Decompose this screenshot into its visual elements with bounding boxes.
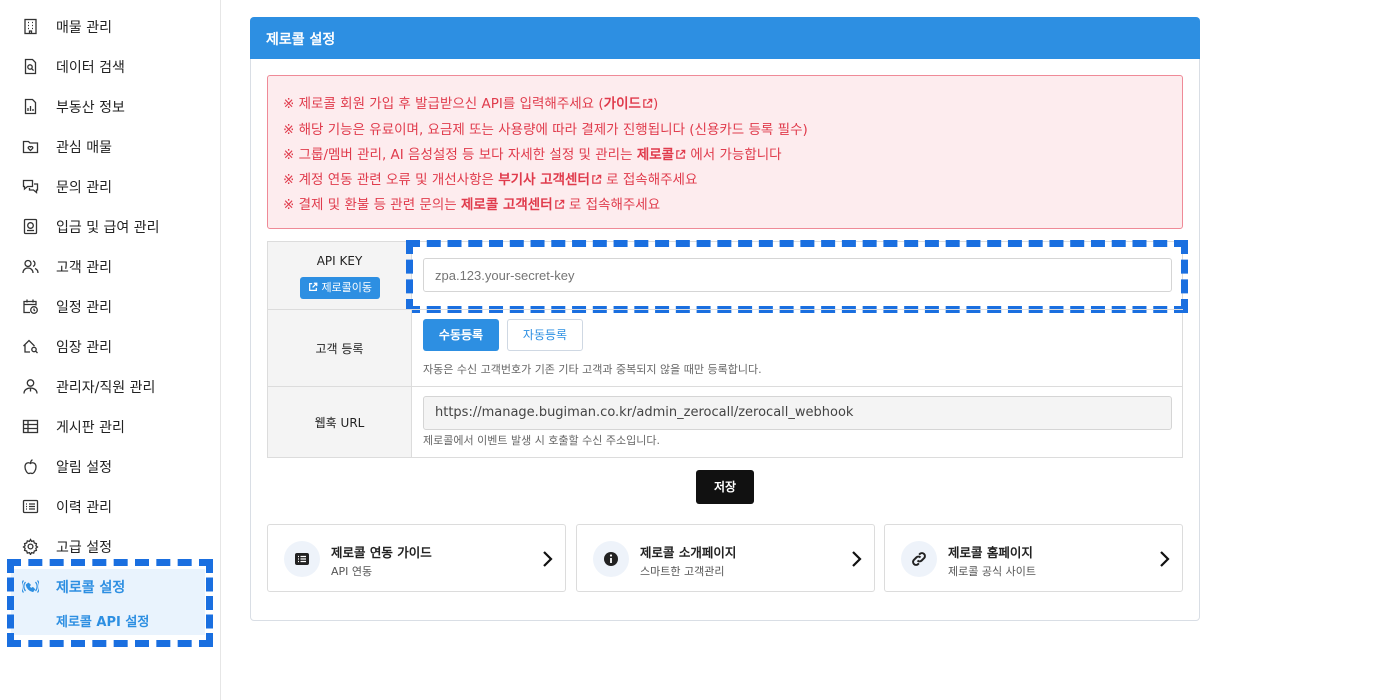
table-icon — [22, 418, 39, 435]
card-title: 제로콜 소개페이지 — [640, 545, 737, 560]
save-button[interactable]: 저장 — [696, 470, 754, 504]
sidebar: 매물 관리 데이터 검색 부동산 정보 관심 매물 문의 관리 입금 및 급여 … — [0, 0, 221, 700]
sidebar-item-label: 문의 관리 — [56, 180, 112, 196]
external-link-icon — [643, 98, 653, 108]
highlight-box-sidebar — [7, 559, 213, 647]
card-subtitle: 스마트한 고객관리 — [640, 565, 725, 578]
house-search-icon — [22, 338, 39, 355]
sidebar-item-favorites[interactable]: 관심 매물 — [0, 126, 220, 166]
document-search-icon — [22, 58, 39, 75]
webhook-label: 웹훅 URL — [314, 416, 365, 430]
bugiman-support-link[interactable]: 부기사 고객센터 — [498, 172, 602, 188]
sidebar-item-notifications[interactable]: 알림 설정 — [0, 446, 220, 486]
chevron-right-icon — [543, 551, 553, 567]
calendar-clock-icon — [22, 298, 39, 315]
card-integration-guide[interactable]: 제로콜 연동 가이드 API 연동 — [267, 524, 566, 592]
customer-reg-label: 고객 등록 — [315, 342, 364, 356]
list-icon — [22, 498, 39, 515]
info-icon — [593, 541, 629, 577]
card-title: 제로콜 홈페이지 — [948, 545, 1033, 560]
sidebar-item-data-search[interactable]: 데이터 검색 — [0, 46, 220, 86]
building-icon — [22, 18, 39, 35]
sidebar-item-board[interactable]: 게시판 관리 — [0, 406, 220, 446]
gear-icon — [22, 538, 39, 555]
card-subtitle: 제로콜 공식 사이트 — [948, 565, 1036, 578]
sidebar-item-label: 고객 관리 — [56, 260, 112, 276]
sidebar-item-label: 알림 설정 — [56, 460, 112, 476]
users-icon — [22, 258, 39, 275]
sidebar-item-site-visit[interactable]: 임장 관리 — [0, 326, 220, 366]
apple-icon — [22, 458, 39, 475]
panel-title: 제로콜 설정 — [266, 32, 336, 48]
link-icon — [901, 541, 937, 577]
sidebar-item-label: 관리자/직원 관리 — [56, 380, 156, 396]
sidebar-item-schedule[interactable]: 일정 관리 — [0, 286, 220, 326]
manual-register-button[interactable]: 수동등록 — [423, 319, 499, 351]
sidebar-item-label: 게시판 관리 — [56, 420, 125, 436]
sidebar-item-history[interactable]: 이력 관리 — [0, 486, 220, 526]
highlight-box-api-key — [406, 240, 1188, 313]
card-subtitle: API 연동 — [331, 565, 373, 578]
card-title: 제로콜 연동 가이드 — [331, 545, 432, 560]
sidebar-item-label: 일정 관리 — [56, 300, 112, 316]
webhook-label-cell: 웹훅 URL — [268, 387, 412, 457]
notice-line-3: ※ 그룹/멤버 관리, AI 음성설정 등 보다 자세한 설정 및 관리는 제로… — [283, 147, 782, 163]
chat-bubbles-icon — [22, 178, 39, 195]
chevron-right-icon — [1160, 551, 1170, 567]
notice-line-4: ※ 계정 연동 관련 오류 및 개선사항은 부기사 고객센터 로 접속해주세요 — [283, 172, 698, 188]
document-chart-icon — [22, 98, 39, 115]
external-link-icon — [554, 199, 564, 209]
sidebar-item-label: 데이터 검색 — [56, 60, 125, 76]
sidebar-item-label: 입금 및 급여 관리 — [56, 220, 160, 236]
customer-reg-help: 자동은 수신 고객번호가 기존 기타 고객과 중복되지 않을 때만 등록합니다. — [423, 363, 762, 376]
notice-line-2: ※ 해당 기능은 유료이며, 요금제 또는 사용량에 따라 결제가 진행됩니다 … — [283, 122, 808, 138]
sidebar-item-label: 부동산 정보 — [56, 100, 125, 116]
notice-box: ※ 제로콜 회원 가입 후 발급받으신 API를 입력해주세요 (가이드) ※ … — [267, 75, 1183, 229]
webhook-url-field[interactable]: https://manage.bugiman.co.kr/admin_zeroc… — [423, 396, 1172, 430]
api-key-label: API KEY — [316, 254, 363, 268]
money-document-icon — [22, 218, 39, 235]
folder-heart-icon — [22, 138, 39, 155]
zerocall-go-button[interactable]: 제로콜이동 — [300, 277, 380, 299]
zerocall-link[interactable]: 제로콜 — [637, 147, 686, 163]
notice-line-5: ※ 결제 및 환불 등 관련 문의는 제로콜 고객센터 로 접속해주세요 — [283, 197, 661, 213]
sidebar-item-customers[interactable]: 고객 관리 — [0, 246, 220, 286]
external-link-icon — [592, 174, 602, 184]
sidebar-item-realestate-info[interactable]: 부동산 정보 — [0, 86, 220, 126]
panel-header: 제로콜 설정 — [250, 17, 1200, 59]
sidebar-item-staff[interactable]: 관리자/직원 관리 — [0, 366, 220, 406]
card-intro-page[interactable]: 제로콜 소개페이지 스마트한 고객관리 — [576, 524, 875, 592]
auto-register-button[interactable]: 자동등록 — [507, 319, 583, 351]
notice-line-1: ※ 제로콜 회원 가입 후 발급받으신 API를 입력해주세요 (가이드) — [283, 96, 659, 112]
sidebar-item-label: 고급 설정 — [56, 540, 112, 556]
sidebar-item-label: 이력 관리 — [56, 500, 112, 516]
guide-link[interactable]: 가이드 — [604, 96, 653, 112]
sidebar-item-property[interactable]: 매물 관리 — [0, 6, 220, 46]
list-box-icon — [284, 541, 320, 577]
webhook-help: 제로콜에서 이벤트 발생 시 호출할 수신 주소입니다. — [423, 434, 660, 447]
sidebar-item-payments[interactable]: 입금 및 급여 관리 — [0, 206, 220, 246]
external-link-icon — [676, 149, 686, 159]
sidebar-item-label: 임장 관리 — [56, 340, 112, 356]
sidebar-item-label: 관심 매물 — [56, 140, 112, 156]
external-link-icon — [308, 282, 318, 291]
customer-reg-label-cell: 고객 등록 — [268, 310, 412, 386]
staff-icon — [22, 378, 39, 395]
zerocall-support-link[interactable]: 제로콜 고객센터 — [461, 197, 565, 213]
chevron-right-icon — [852, 551, 862, 567]
sidebar-item-inquiry[interactable]: 문의 관리 — [0, 166, 220, 206]
card-homepage[interactable]: 제로콜 홈페이지 제로콜 공식 사이트 — [884, 524, 1183, 592]
sidebar-item-label: 매물 관리 — [56, 20, 112, 36]
